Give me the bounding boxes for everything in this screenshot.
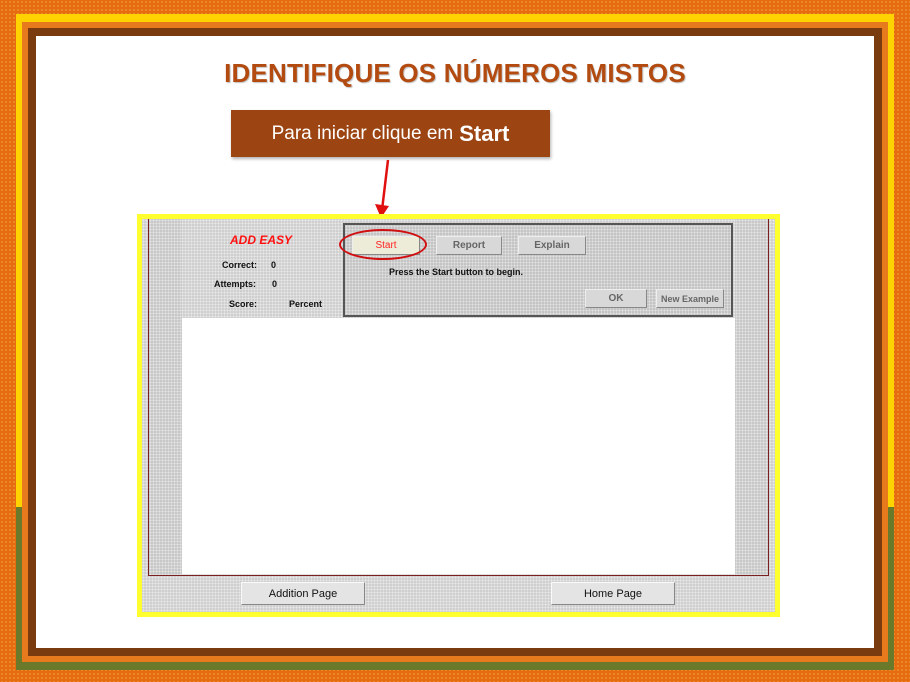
- mode-label: ADD EASY: [230, 233, 293, 247]
- start-highlight-ring: [339, 229, 427, 260]
- report-button[interactable]: Report: [436, 236, 502, 255]
- explain-button[interactable]: Explain: [518, 236, 586, 255]
- correct-label: Correct:: [222, 260, 258, 270]
- home-page-button[interactable]: Home Page: [551, 582, 675, 605]
- score-label: Score:: [229, 299, 258, 309]
- new-example-button[interactable]: New Example: [656, 289, 724, 308]
- callout-text: Para iniciar clique em: [271, 122, 454, 144]
- panel-message: Press the Start button to begin.: [389, 267, 524, 277]
- score-value: Percent: [289, 299, 323, 309]
- ok-button[interactable]: OK: [585, 289, 647, 308]
- correct-value: 0: [271, 260, 277, 270]
- page-title: IDENTIFIQUE OS NÚMEROS MISTOS: [224, 58, 686, 88]
- pointer-arrow-icon: [375, 159, 390, 218]
- instruction-callout: Para iniciar clique em Start: [231, 110, 550, 157]
- callout-emphasis: Start: [459, 120, 510, 146]
- attempts-value: 0: [272, 279, 278, 289]
- attempts-label: Attempts:: [214, 279, 256, 289]
- addition-page-button[interactable]: Addition Page: [241, 582, 365, 605]
